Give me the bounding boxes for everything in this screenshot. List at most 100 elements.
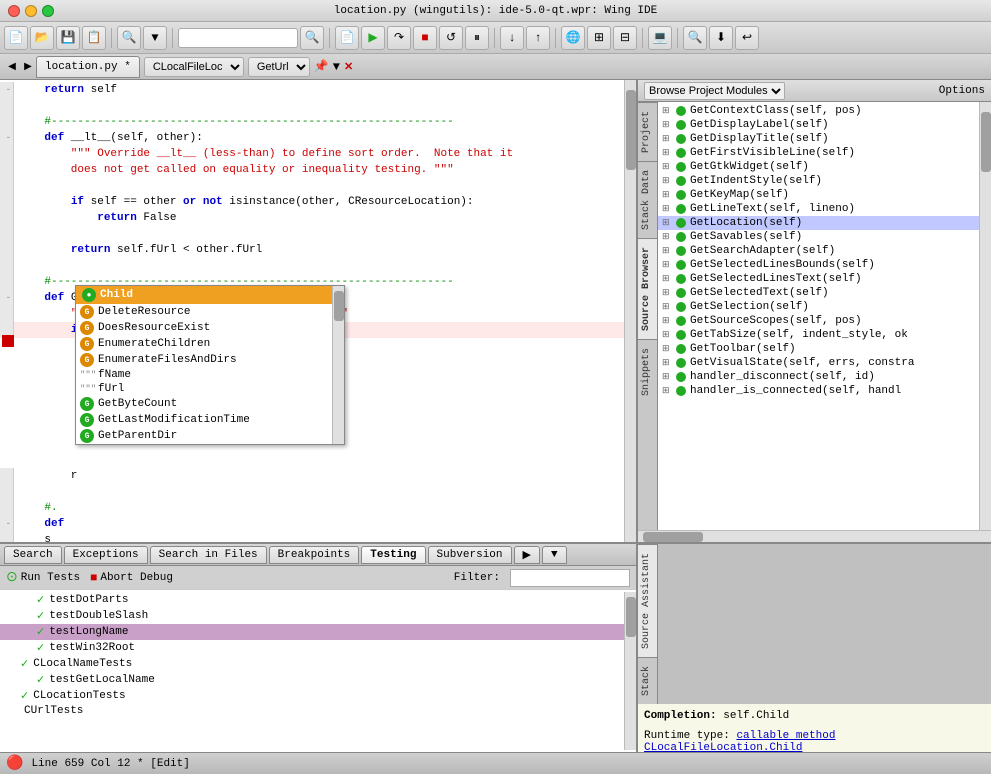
browse-item[interactable]: ⊞ handler_is_connected(self, handl bbox=[658, 384, 979, 398]
indent-button[interactable]: ⊞ bbox=[587, 26, 611, 50]
test-item[interactable]: ✓ testDoubleSlash bbox=[0, 608, 624, 624]
autocomplete-item[interactable]: """ fName bbox=[76, 368, 332, 382]
filter-input[interactable] bbox=[510, 569, 630, 587]
method-selector[interactable]: GetUrl bbox=[248, 57, 310, 77]
tab-more-button[interactable]: ▶ bbox=[514, 546, 540, 564]
editor-scrollbar[interactable] bbox=[624, 80, 636, 542]
ac-scroll-thumb[interactable] bbox=[334, 291, 344, 321]
autocomplete-scrollbar[interactable] bbox=[332, 286, 344, 444]
browse-item[interactable]: ⊞ GetFirstVisibleLine(self) bbox=[658, 146, 979, 160]
browse-item[interactable]: ⊞ GetSelectedLinesText(self) bbox=[658, 272, 979, 286]
find-replace-button[interactable]: 🔍 bbox=[117, 26, 141, 50]
autocomplete-item[interactable]: G DoesResourceExist bbox=[76, 320, 332, 336]
browse-item[interactable]: ⊞ GetSelectedLinesBounds(self) bbox=[658, 258, 979, 272]
run-button[interactable]: ▶ bbox=[361, 26, 385, 50]
autocomplete-item[interactable]: G EnumerateChildren bbox=[76, 336, 332, 352]
tab-search[interactable]: Search bbox=[4, 546, 62, 564]
browse-item[interactable]: ⊞ GetDisplayTitle(self) bbox=[658, 132, 979, 146]
stop-button[interactable]: ■ bbox=[413, 26, 437, 50]
step-out-button[interactable]: ↑ bbox=[526, 26, 550, 50]
file-tab-location[interactable]: location.py * bbox=[36, 56, 140, 78]
tab-stack-data[interactable]: Stack Data bbox=[638, 161, 657, 238]
pin-button[interactable]: 📌 bbox=[314, 59, 329, 74]
search-button[interactable]: 🔍 bbox=[300, 26, 324, 50]
open-file-button[interactable]: 📂 bbox=[30, 26, 54, 50]
browse-list[interactable]: ⊞ GetContextClass(self, pos) ⊞ GetDispla… bbox=[658, 102, 979, 530]
browse-item[interactable]: ⊞ handler_disconnect(self, id) bbox=[658, 370, 979, 384]
autocomplete-item[interactable]: """ fUrl bbox=[76, 382, 332, 396]
autocomplete-item[interactable]: G EnumerateFilesAndDirs bbox=[76, 352, 332, 368]
dedent-button[interactable]: ⊟ bbox=[613, 26, 637, 50]
browse-item[interactable]: ⊞ GetDisplayLabel(self) bbox=[658, 118, 979, 132]
test-item[interactable]: ✓ CLocalNameTests bbox=[0, 656, 624, 672]
browse-item[interactable]: ⊞ GetSearchAdapter(self) bbox=[658, 244, 979, 258]
tab-subversion[interactable]: Subversion bbox=[428, 546, 512, 564]
autocomplete-item[interactable]: G GetLastModificationTime bbox=[76, 412, 332, 428]
tab-exceptions[interactable]: Exceptions bbox=[64, 546, 148, 564]
editor-scroll-thumb[interactable] bbox=[626, 90, 636, 170]
browse-item[interactable]: ⊞ GetSourceScopes(self, pos) bbox=[658, 314, 979, 328]
browse-options-label[interactable]: Options bbox=[939, 85, 985, 97]
test-item[interactable]: ✓ CLocationTests bbox=[0, 688, 624, 704]
tab-next-button[interactable]: ▶ bbox=[20, 59, 36, 75]
tab-project[interactable]: Project bbox=[638, 102, 657, 161]
browse-item[interactable]: ⊞ GetSelectedText(self) bbox=[658, 286, 979, 300]
back-button[interactable]: ⬇ bbox=[709, 26, 733, 50]
tab-menu-dropdown[interactable]: ▼ bbox=[542, 546, 567, 564]
maximize-window-button[interactable] bbox=[42, 5, 54, 17]
tab-source-assistant[interactable]: Source Assistant bbox=[638, 544, 657, 657]
browse-module-selector[interactable]: Browse Project Modules bbox=[644, 82, 785, 100]
tab-search-in-files[interactable]: Search in Files bbox=[150, 546, 267, 564]
toolbar-search-input[interactable] bbox=[178, 28, 298, 48]
sa-runtime-link[interactable]: callable method bbox=[736, 730, 835, 742]
bottom-scrollbar[interactable] bbox=[624, 592, 636, 750]
save-as-button[interactable]: 📋 bbox=[82, 26, 106, 50]
run-tests-button[interactable]: ⊙ Run Tests bbox=[6, 569, 80, 586]
browse-item[interactable]: ⊞ GetContextClass(self, pos) bbox=[658, 104, 979, 118]
tab-snippets[interactable]: Snippets bbox=[638, 339, 657, 404]
find-options-button[interactable]: ▼ bbox=[143, 26, 167, 50]
bottom-scroll-thumb[interactable] bbox=[626, 597, 636, 637]
step-over-button[interactable]: ↷ bbox=[387, 26, 411, 50]
browse-item[interactable]: ⊞ GetSelection(self) bbox=[658, 300, 979, 314]
autocomplete-item[interactable]: G GetParentDir bbox=[76, 428, 332, 444]
tab-prev-button[interactable]: ◀ bbox=[4, 59, 20, 75]
tab-stack[interactable]: Stack bbox=[638, 657, 657, 704]
browse-item-selected[interactable]: ⊞ GetLocation(self) bbox=[658, 216, 979, 230]
browse-item[interactable]: ⊞ GetGtkWidget(self) bbox=[658, 160, 979, 174]
search-tb2-button[interactable]: 🔍 bbox=[683, 26, 707, 50]
test-item[interactable]: ✓ testGetLocalName bbox=[0, 672, 624, 688]
tab-testing[interactable]: Testing bbox=[361, 546, 425, 564]
restart-button[interactable]: ↺ bbox=[439, 26, 463, 50]
test-item[interactable]: ✓ testDotParts bbox=[0, 592, 624, 608]
new-file-button[interactable]: 📄 bbox=[4, 26, 28, 50]
tab-menu-button[interactable]: ▼ bbox=[333, 60, 340, 74]
test-content[interactable]: ✓ testDotParts ✓ testDoubleSlash ✓ testL… bbox=[0, 590, 636, 752]
autocomplete-item[interactable]: G DeleteResource bbox=[76, 304, 332, 320]
right-scroll-thumb[interactable] bbox=[981, 112, 991, 172]
pause-button[interactable]: ⏸ bbox=[465, 26, 489, 50]
step-in-button[interactable]: ↓ bbox=[500, 26, 524, 50]
test-item-selected[interactable]: ✓ testLongName bbox=[0, 624, 624, 640]
browse-item[interactable]: ⊞ GetIndentStyle(self) bbox=[658, 174, 979, 188]
right-hscroll-thumb[interactable] bbox=[643, 532, 703, 542]
minimize-window-button[interactable] bbox=[25, 5, 37, 17]
autocomplete-dropdown[interactable]: ● Child G DeleteResource G DoesResourceE… bbox=[75, 285, 345, 445]
forward-button[interactable]: ↩ bbox=[735, 26, 759, 50]
close-tab-button[interactable]: ✕ bbox=[344, 60, 353, 74]
tab-breakpoints[interactable]: Breakpoints bbox=[269, 546, 360, 564]
remote-button[interactable]: 🌐 bbox=[561, 26, 585, 50]
right-panel-hscroll[interactable] bbox=[638, 530, 991, 542]
new-file2-button[interactable]: 📄 bbox=[335, 26, 359, 50]
browse-item[interactable]: ⊞ GetKeyMap(self) bbox=[658, 188, 979, 202]
browse-item[interactable]: ⊞ GetToolbar(self) bbox=[658, 342, 979, 356]
tab-source-browser[interactable]: Source Browser bbox=[638, 238, 657, 339]
abort-debug-button[interactable]: ■ Abort Debug bbox=[90, 571, 173, 585]
os-button[interactable]: 💻 bbox=[648, 26, 672, 50]
save-file-button[interactable]: 💾 bbox=[56, 26, 80, 50]
browse-item[interactable]: ⊞ GetTabSize(self, indent_style, ok bbox=[658, 328, 979, 342]
test-item[interactable]: CUrlTests bbox=[0, 704, 624, 718]
autocomplete-item[interactable]: G GetByteCount bbox=[76, 396, 332, 412]
right-panel-scrollbar[interactable] bbox=[979, 102, 991, 530]
browse-item[interactable]: ⊞ GetLineText(self, lineno) bbox=[658, 202, 979, 216]
